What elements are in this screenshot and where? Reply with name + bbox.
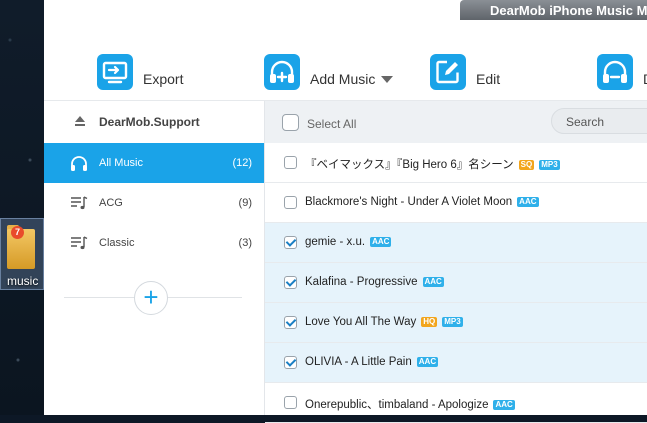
track-checkbox[interactable] [284, 356, 297, 369]
window-title: DearMob iPhone Music M [460, 0, 647, 20]
track-name: Kalafina - Progressive AAC [305, 276, 444, 288]
sidebar: DearMob.Support All Music (12) ACG (9) C… [44, 101, 265, 415]
add-playlist-button[interactable]: + [134, 281, 168, 315]
toolbar: Export Add Music Edit [44, 20, 647, 101]
select-all-label: Select All [307, 117, 357, 131]
music-list: Select All Search 『ベイマックス』『Big Hero 6』名シ… [265, 101, 647, 423]
sidebar-item-all-music[interactable]: All Music (12) [44, 143, 264, 183]
notification-badge: 7 [11, 226, 24, 239]
export-button[interactable]: Export [97, 52, 183, 92]
track-checkbox[interactable] [284, 316, 297, 329]
format-badge: AAC [422, 277, 444, 287]
track-name: gemie - x.u. AAC [305, 236, 392, 248]
edit-button[interactable]: Edit [430, 52, 500, 92]
device-header[interactable]: DearMob.Support [44, 101, 264, 141]
format-badge: HQ [421, 317, 438, 327]
track-row[interactable]: OLIVIA - A Little Pain AAC [265, 343, 647, 383]
track-title: Blackmore's Night - Under A Violet Moon [305, 196, 513, 208]
track-title: OLIVIA - A Little Pain [305, 356, 412, 368]
track-name: OLIVIA - A Little Pain AAC [305, 356, 439, 368]
app-window: DearMob iPhone Music M Export Add Music … [44, 0, 647, 423]
sidebar-item-count: (12) [232, 157, 252, 169]
delete-music-icon [597, 54, 633, 90]
track-title: gemie - x.u. [305, 236, 366, 248]
sidebar-item-count: (3) [238, 237, 252, 249]
track-checkbox[interactable] [284, 156, 297, 169]
track-row[interactable]: Love You All The Way HQ MP3 [265, 303, 647, 343]
track-name: Onerepublic、timbaland - Apologize AAC [305, 396, 515, 412]
track-title: 『ベイマックス』『Big Hero 6』名シーン [305, 159, 514, 171]
edit-label: Edit [476, 71, 501, 87]
track-name: Blackmore's Night - Under A Violet Moon A… [305, 196, 539, 208]
track-row[interactable]: 『ベイマックス』『Big Hero 6』名シーン SQ MP3 [265, 143, 647, 183]
track-row[interactable]: Blackmore's Night - Under A Violet Moon A… [265, 183, 647, 223]
track-row[interactable]: Kalafina - Progressive AAC [265, 263, 647, 303]
sidebar-item-label: Classic [99, 237, 135, 249]
title-bar: DearMob iPhone Music M [44, 0, 647, 20]
format-badge: SQ [518, 160, 535, 170]
delete-label: D [643, 71, 647, 87]
track-checkbox[interactable] [284, 396, 297, 409]
delete-button[interactable]: D [597, 52, 647, 92]
folder-label: music [7, 274, 39, 288]
format-badge: MP3 [539, 160, 560, 170]
device-name: DearMob.Support [99, 115, 200, 129]
track-title: Love You All The Way [305, 316, 417, 328]
search-input[interactable]: Search [551, 108, 647, 134]
format-badge: AAC [517, 197, 539, 207]
export-label: Export [143, 71, 184, 87]
track-title: Onerepublic、timbaland - Apologize [305, 399, 489, 411]
sidebar-item-classic[interactable]: Classic (3) [44, 223, 264, 263]
sidebar-item-count: (9) [238, 197, 252, 209]
chevron-down-icon[interactable] [381, 75, 394, 83]
list-header: Select All Search [265, 101, 647, 143]
format-badge: MP3 [442, 317, 463, 327]
format-badge: AAC [493, 400, 515, 410]
sidebar-item-acg[interactable]: ACG (9) [44, 183, 264, 223]
headphones-icon [71, 156, 87, 171]
track-row[interactable]: gemie - x.u. AAC [265, 223, 647, 263]
eject-icon[interactable] [74, 115, 86, 127]
track-name: 『ベイマックス』『Big Hero 6』名シーン SQ MP3 [305, 156, 560, 172]
format-badge: AAC [370, 237, 392, 247]
track-title: Kalafina - Progressive [305, 276, 418, 288]
track-checkbox[interactable] [284, 276, 297, 289]
add-music-icon [264, 54, 300, 90]
track-checkbox[interactable] [284, 196, 297, 209]
music-folder-shortcut[interactable]: 7 music [0, 218, 44, 290]
export-icon [97, 54, 133, 90]
playlist-icon [71, 236, 88, 250]
add-music-button[interactable]: Add Music [264, 52, 394, 92]
track-row[interactable]: Onerepublic、timbaland - Apologize AAC [265, 383, 647, 423]
search-placeholder: Search [566, 115, 605, 129]
sidebar-item-label: All Music [99, 157, 144, 169]
format-badge: AAC [416, 357, 439, 367]
add-music-label: Add Music [310, 71, 376, 87]
desktop-background: 7 music [0, 0, 44, 415]
track-name: Love You All The Way HQ MP3 [305, 316, 463, 328]
edit-icon [430, 54, 466, 90]
playlist-icon [71, 196, 88, 210]
sidebar-item-label: ACG [99, 197, 123, 209]
track-checkbox[interactable] [284, 236, 297, 249]
select-all-checkbox[interactable] [282, 114, 299, 131]
